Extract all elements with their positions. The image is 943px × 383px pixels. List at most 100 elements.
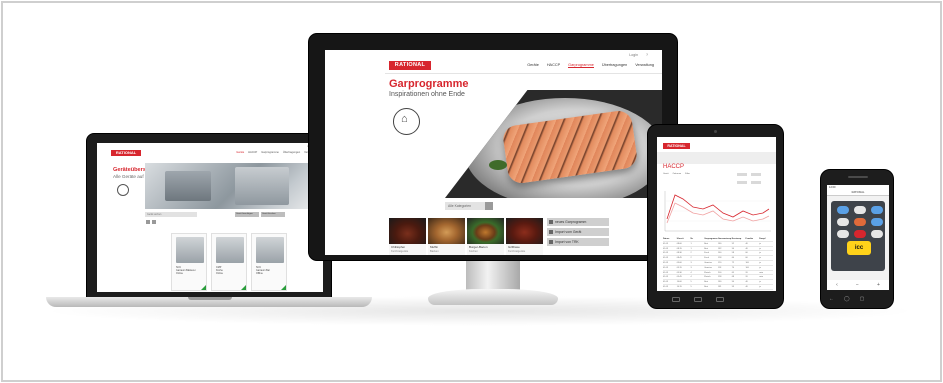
cooking-mode-icon[interactable] [871, 218, 883, 226]
recipe-category: Kurzbratgeräte [508, 249, 526, 253]
cooking-mode-icon[interactable] [854, 206, 866, 214]
nav-item-garprogramme[interactable]: Garprogramme [568, 63, 594, 68]
table-cell: Brot [704, 281, 708, 284]
recipe-image [467, 218, 504, 244]
nav-item-uebertragungen[interactable]: Übertragungen [602, 63, 627, 68]
tablet-screen: RATIONAL HACCP Gerät Zeitraum Filter Dat… [657, 137, 776, 291]
help-icon[interactable]: ? [646, 53, 648, 57]
table-cell: 5 [690, 281, 692, 284]
cooking-mode-icon[interactable] [854, 218, 866, 226]
table-cell: 93 [731, 285, 734, 288]
list-view-icon[interactable] [152, 220, 156, 224]
table-cell: 01.03 [663, 261, 669, 264]
haccp-line-chart [664, 191, 771, 232]
phone-screen: 12:00 RATIONAL icc ‹ − + [827, 185, 889, 290]
add-device-button[interactable]: Gerät hinzufügen [235, 212, 259, 217]
device-card[interactable]: SCC Garraum Bäckerei Online [171, 233, 207, 291]
recipe-category: Kurzbratgeräte [391, 249, 409, 253]
table-cell: Brot [704, 242, 708, 245]
grid-view-icon[interactable] [146, 220, 150, 224]
device-card[interactable]: SCC Garraum Bar Offline [251, 233, 287, 291]
menu-key-icon[interactable]: ▢ [860, 296, 865, 302]
table-cell: 182 [718, 247, 722, 250]
back-key-icon[interactable]: ← [829, 296, 834, 302]
cooking-mode-icon[interactable] [854, 230, 866, 238]
laptop-nav-item[interactable]: HACCP [248, 151, 257, 154]
import-device-button[interactable]: Import vom Gerät [547, 228, 609, 236]
recent-apps-icon[interactable] [716, 297, 724, 302]
nav-item-haccp[interactable]: HACCP [547, 63, 560, 68]
table-cell: 08:45 [676, 257, 682, 260]
recipe-card[interactable]: Muffin Backen [428, 218, 465, 255]
laptop-nav-item[interactable]: Geräte [236, 151, 244, 154]
page-subtitle: Inspirationen ohne Ende [389, 91, 465, 98]
nav-divider [385, 73, 662, 74]
table-header-cell: Datum [663, 238, 670, 240]
icc-logo[interactable]: icc [847, 241, 871, 255]
home-icon[interactable] [694, 297, 702, 302]
filter-input[interactable] [737, 173, 747, 176]
smartphone: 12:00 RATIONAL icc ‹ − + ← ◯ ▢ [820, 169, 894, 309]
cooking-mode-icon[interactable] [837, 206, 849, 214]
table-cell: 40 [745, 247, 748, 250]
import-trk-button[interactable]: Import von TRK [547, 238, 609, 246]
table-header-cell: Kerntemp. [731, 238, 742, 240]
monitor-brand-logo[interactable]: RATIONAL [389, 61, 431, 70]
laptop-nav-item[interactable]: Übertragungen [283, 151, 300, 154]
filter-input[interactable] [751, 181, 761, 184]
recipe-category: Backen [430, 249, 439, 253]
table-cell: 3 [690, 261, 692, 264]
cooking-mode-icon[interactable] [837, 218, 849, 226]
table-cell: 40 [745, 285, 748, 288]
cooking-mode-icon[interactable] [871, 206, 883, 214]
device-status: Online [216, 272, 223, 276]
filter-input[interactable] [737, 181, 747, 184]
recipe-card[interactable]: Grillhaxe Kurzbratgeräte [506, 218, 543, 255]
prev-icon[interactable]: ‹ [836, 280, 838, 290]
nav-item-geraete[interactable]: Geräte [527, 63, 539, 68]
category-select[interactable]: Alle Kategorien [445, 202, 485, 210]
delete-device-button[interactable]: Gerät löschen [261, 212, 285, 217]
laptop-nav-item[interactable]: Garprogramme [261, 151, 279, 154]
table-cell: 09:00 [676, 261, 682, 264]
recipe-card[interactable]: Burger-Bacon Kochen [467, 218, 504, 255]
table-cell: 65 [731, 271, 734, 274]
nav-item-verwaltung[interactable]: Verwaltung [635, 63, 654, 68]
tablet-brand-logo[interactable]: RATIONAL [663, 143, 690, 149]
back-icon[interactable] [672, 297, 680, 302]
series-line-b [666, 202, 770, 224]
cooking-mode-icon[interactable] [871, 230, 883, 238]
laptop-search-input[interactable]: Gerät suchen [145, 212, 197, 217]
table-cell: 01.03 [663, 281, 669, 284]
table-cell: 08:00 [676, 242, 682, 245]
table-cell: ja [759, 252, 761, 255]
table-cell: 10:00 [676, 281, 682, 284]
filter-label: Zeitraum [672, 173, 682, 175]
minus-icon[interactable]: − [856, 280, 859, 290]
table-cell: ja [759, 247, 761, 250]
plus-icon[interactable]: + [877, 280, 880, 290]
table-cell: 08:30 [676, 252, 682, 255]
login-link[interactable]: Login [629, 53, 638, 57]
table-row[interactable]: 01.0310:306Fisch1605960ja [663, 290, 773, 292]
table-cell: 01.03 [663, 257, 669, 260]
table-cell: 158 [718, 257, 722, 260]
table-cell: 01.03 [663, 242, 669, 245]
laptop-nav: Geräte HACCP Garprogramme Übertragungen … [236, 151, 317, 154]
table-cell: 10:15 [676, 285, 682, 288]
laptop-brand-logo[interactable]: RATIONAL [111, 150, 141, 156]
cooking-mode-icon[interactable] [837, 230, 849, 238]
table-cell: ja [759, 266, 761, 269]
search-button[interactable] [485, 202, 493, 210]
home-key-icon[interactable]: ◯ [844, 296, 850, 302]
table-cell: 40 [745, 242, 748, 245]
table-cell: 01.03 [663, 276, 669, 279]
table-cell: ja [759, 242, 761, 245]
table-cell: 60 [746, 290, 760, 292]
recipe-card[interactable]: Chilitopfen Kurzbratgeräte [389, 218, 426, 255]
device-card[interactable]: CMP Küche Online [211, 233, 247, 291]
table-cell: 08:15 [676, 247, 682, 250]
new-program-button[interactable]: neues Garprogramm [547, 218, 609, 226]
filter-input[interactable] [751, 173, 761, 176]
table-cell: ja [759, 281, 761, 284]
